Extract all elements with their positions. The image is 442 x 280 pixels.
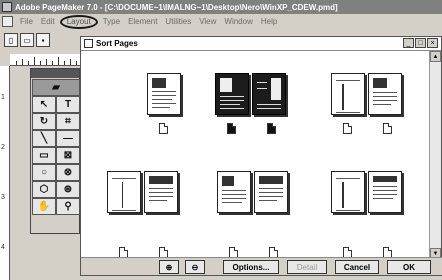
page-thumbnails-area[interactable] <box>81 51 431 259</box>
menu-utilities[interactable]: Utilities <box>162 17 194 26</box>
ruler-number: 4 <box>1 244 5 251</box>
menu-help[interactable]: Help <box>258 17 280 26</box>
ok-button[interactable]: OK <box>387 260 431 274</box>
page-spread[interactable] <box>331 73 402 115</box>
dialog-footer: ⊕ ⊖ Options... Detail Cancel OK <box>81 257 442 275</box>
constrained-line-tool-icon[interactable]: — <box>56 130 80 147</box>
ruler-number: 1 <box>1 94 5 101</box>
polygon-frame-tool-icon[interactable]: ⊛ <box>56 181 80 198</box>
close-icon[interactable]: × <box>427 38 438 48</box>
maximize-icon[interactable]: □ <box>415 38 426 48</box>
new-document-icon[interactable]: ▯ <box>4 33 18 47</box>
crop-tool-icon[interactable]: ⌗ <box>56 113 80 130</box>
menubar: File Edit Layout Type Element Utilities … <box>0 14 442 29</box>
ellipse-frame-tool-icon[interactable]: ⊗ <box>56 164 80 181</box>
page-icon <box>383 123 392 134</box>
sort-pages-dialog: Sort Pages _ □ × ▲ ▼ ⊕ ⊖ Options... Deta… <box>80 36 442 276</box>
page-icon <box>227 123 236 134</box>
zoom-in-icon: ⊕ <box>165 262 173 272</box>
page-spread-selected[interactable] <box>215 73 286 115</box>
menu-element[interactable]: Element <box>125 17 160 26</box>
page-thumbnail[interactable] <box>252 73 286 115</box>
open-folder-icon[interactable]: ▭ <box>20 33 34 47</box>
zoom-out-icon: ⊖ <box>191 262 199 272</box>
rectangle-tool-icon[interactable]: ▭ <box>32 147 56 164</box>
page-thumbnail[interactable] <box>368 171 402 213</box>
page-thumbnail[interactable] <box>217 171 251 213</box>
document-menu-icon[interactable] <box>2 16 13 27</box>
page-thumbnail[interactable] <box>107 171 141 213</box>
page-icon <box>343 123 352 134</box>
ellipse-tool-icon[interactable]: ○ <box>32 164 56 181</box>
zoom-in-button[interactable]: ⊕ <box>159 260 179 274</box>
page-icon <box>159 123 168 134</box>
horizontal-ruler <box>10 54 82 66</box>
page-thumbnail[interactable] <box>215 73 249 115</box>
page-spread[interactable] <box>217 171 288 213</box>
pointer-tool-icon[interactable]: ↖ <box>32 96 56 113</box>
menu-window[interactable]: Window <box>221 17 255 26</box>
cancel-button[interactable]: Cancel <box>335 260 379 274</box>
ruler-number: 2 <box>1 144 5 151</box>
polygon-tool-icon[interactable]: ⬡ <box>32 181 56 198</box>
page-thumbnail[interactable] <box>144 171 178 213</box>
page-thumbnail[interactable] <box>331 73 365 115</box>
menu-edit[interactable]: Edit <box>38 17 58 26</box>
menu-file[interactable]: File <box>17 17 36 26</box>
vertical-scrollbar[interactable]: ▲ ▼ <box>429 51 441 259</box>
toolbox-titlebar[interactable] <box>31 69 79 78</box>
ruler-number: 3 <box>1 194 5 201</box>
window-title: Adobe PageMaker 7.0 - [C:\DOCUME~1\IMALN… <box>15 2 338 12</box>
rotate-tool-icon[interactable]: ↻ <box>32 113 56 130</box>
minimize-icon[interactable]: _ <box>403 38 414 48</box>
zoom-out-button[interactable]: ⊖ <box>185 260 205 274</box>
save-disk-icon[interactable]: ▪ <box>36 33 50 47</box>
page-icon <box>267 123 276 134</box>
page-thumbnail[interactable] <box>368 73 402 115</box>
line-tool-icon[interactable]: ╲ <box>32 130 56 147</box>
page-thumbnail[interactable] <box>147 73 181 115</box>
page-thumbnail[interactable] <box>254 171 288 213</box>
pagemaker-icon <box>2 2 12 12</box>
menu-layout[interactable]: Layout <box>59 14 98 29</box>
app-titlebar: Adobe PageMaker 7.0 - [C:\DOCUME~1\IMALN… <box>0 0 442 14</box>
page-spread[interactable] <box>107 171 178 213</box>
options-button[interactable]: Options... <box>223 260 279 274</box>
scroll-up-icon[interactable]: ▲ <box>430 51 441 62</box>
dialog-titlebar[interactable]: Sort Pages _ □ × <box>81 37 441 51</box>
page-thumbnail[interactable] <box>331 171 365 213</box>
text-tool-icon[interactable]: T <box>56 96 80 113</box>
hand-tool-icon[interactable]: ✋ <box>32 198 56 215</box>
vertical-ruler: 1 2 3 4 <box>0 66 10 280</box>
detail-button[interactable]: Detail <box>287 260 327 274</box>
page-spread[interactable] <box>147 73 181 115</box>
dialog-icon <box>84 39 93 48</box>
zoom-tool-icon[interactable]: ⚲ <box>56 198 80 215</box>
menu-type[interactable]: Type <box>100 17 123 26</box>
rectangle-frame-tool-icon[interactable]: ⊠ <box>56 147 80 164</box>
menu-view[interactable]: View <box>196 17 219 26</box>
page-spread[interactable] <box>331 171 402 213</box>
standard-toolbar: ▯ ▭ ▪ <box>0 30 80 50</box>
pointer-tool-icon[interactable]: ▰ <box>32 79 80 96</box>
dialog-title: Sort Pages <box>96 39 138 48</box>
toolbox-palette: ▰ ↖ T ↻ ⌗ ╲ — ▭ ⊠ ○ ⊗ ⬡ ⊛ ✋ ⚲ <box>30 68 80 234</box>
